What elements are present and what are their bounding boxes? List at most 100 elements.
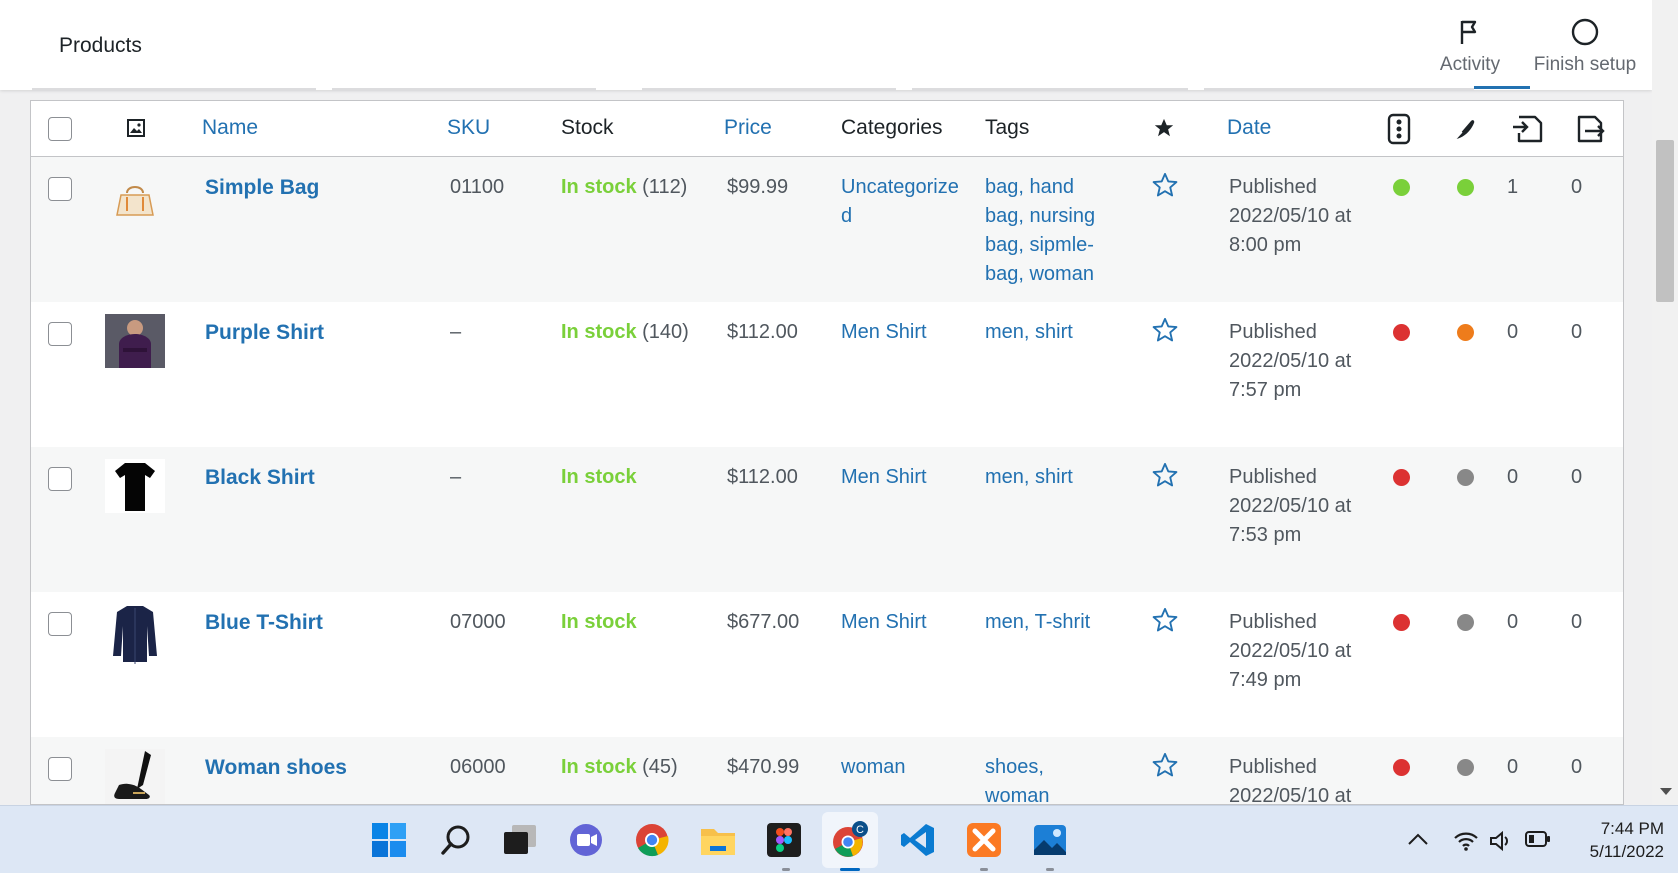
figma-icon[interactable] [764, 820, 804, 860]
product-name-link[interactable]: Woman shoes [205, 753, 347, 782]
outbound-links-count: 0 [1571, 756, 1583, 778]
stock-status: In stock [561, 321, 637, 343]
teams-icon[interactable] [566, 820, 606, 860]
category-link[interactable]: Men Shirt [841, 318, 963, 347]
category-link[interactable]: woman [841, 753, 963, 782]
active-indicator [840, 868, 860, 871]
table-row: Woman shoes 06000 In stock (45) $470.99 … [31, 737, 1623, 804]
date-value: Published 2022/05/10 at 7:57 pm [1229, 318, 1369, 405]
featured-star-icon[interactable] [1151, 606, 1179, 643]
vscode-icon[interactable] [898, 820, 938, 860]
product-thumbnail-shoes[interactable] [105, 749, 165, 804]
readability-status-dot [1457, 324, 1474, 341]
date-value: Published 2022/05/10 at 7:49 pm [1229, 608, 1369, 695]
column-price[interactable]: Price [724, 116, 772, 140]
product-name-link[interactable]: Purple Shirt [205, 318, 324, 347]
featured-star-icon[interactable] [1151, 461, 1179, 498]
chrome-icon[interactable] [632, 820, 672, 860]
date-time: 2022/05/10 at 7:57 pm [1229, 350, 1352, 401]
system-clock[interactable]: 7:44 PM 5/11/2022 [1564, 817, 1664, 863]
sku-value: – [450, 321, 462, 343]
vertical-scrollbar[interactable] [1652, 0, 1678, 805]
wifi-icon[interactable] [1453, 830, 1479, 852]
product-name-link[interactable]: Simple Bag [205, 173, 319, 202]
product-name-link[interactable]: Black Shirt [205, 463, 315, 492]
product-thumbnail-black-shirt[interactable] [105, 459, 165, 513]
category-link[interactable]: Uncategorized [841, 173, 963, 231]
product-thumbnail-bag[interactable] [105, 169, 165, 223]
stock-value: In stock (112) [561, 173, 687, 202]
xampp-icon[interactable] [964, 820, 1004, 860]
date-value: Published 2022/05/10 at [1229, 753, 1369, 804]
price-value: $112.00 [727, 466, 798, 488]
column-name[interactable]: Name [202, 116, 258, 140]
outbound-links-icon [1575, 113, 1607, 151]
outbound-links-count: 0 [1571, 611, 1583, 633]
date-status: Published [1229, 466, 1317, 488]
column-tags: Tags [985, 116, 1030, 139]
sku-value: 07000 [450, 611, 506, 633]
seo-status-dot [1393, 179, 1410, 196]
traffic-light-icon [1387, 113, 1411, 151]
battery-icon[interactable] [1525, 830, 1551, 848]
task-view-icon[interactable] [500, 820, 540, 860]
chevron-up-icon[interactable] [1407, 832, 1429, 846]
stock-status: In stock [561, 756, 637, 778]
tags-links[interactable]: bag, hand bag, nursing bag, sipmle-bag, … [985, 173, 1103, 289]
featured-star-icon[interactable] [1151, 751, 1179, 788]
activity-button[interactable]: Activity [1420, 16, 1520, 76]
photos-icon[interactable] [1030, 820, 1070, 860]
tab-strip-segment [332, 88, 596, 91]
speaker-icon[interactable] [1489, 830, 1513, 852]
table-row: Blue T-Shirt 07000 In stock $677.00 Men … [31, 592, 1623, 737]
table-row: Black Shirt – In stock $112.00 Men Shirt… [31, 447, 1623, 592]
readability-status-dot [1457, 469, 1474, 486]
tags-links[interactable]: men, shirt [985, 318, 1103, 347]
featured-column-icon[interactable] [1153, 117, 1175, 145]
inbound-links-count: 0 [1507, 756, 1519, 778]
row-checkbox[interactable] [48, 612, 72, 636]
featured-star-icon[interactable] [1151, 316, 1179, 353]
stock-count: (45) [642, 756, 678, 778]
column-date[interactable]: Date [1227, 116, 1271, 140]
tags-links[interactable]: men, T-shrit [985, 608, 1103, 637]
product-thumbnail-purple-shirt[interactable] [105, 314, 165, 368]
stock-status: In stock [561, 466, 637, 488]
row-checkbox[interactable] [48, 322, 72, 346]
readability-status-dot [1457, 759, 1474, 776]
active-tab-indicator [1474, 86, 1530, 89]
scroll-down-arrow-icon[interactable] [1660, 788, 1672, 795]
row-checkbox[interactable] [48, 757, 72, 781]
outbound-links-count: 0 [1571, 176, 1583, 198]
featured-star-icon[interactable] [1151, 171, 1179, 208]
seo-status-dot [1393, 614, 1410, 631]
search-icon[interactable] [436, 820, 476, 860]
product-thumbnail-blue-shirt[interactable] [105, 604, 165, 666]
stock-value: In stock (140) [561, 318, 689, 347]
stock-count: (112) [642, 176, 688, 198]
product-name-link[interactable]: Blue T-Shirt [205, 608, 323, 637]
feather-icon [1449, 115, 1477, 151]
row-checkbox[interactable] [48, 177, 72, 201]
outbound-links-count: 0 [1571, 466, 1583, 488]
stock-count: (140) [642, 321, 689, 343]
row-checkbox[interactable] [48, 467, 72, 491]
activity-label: Activity [1439, 54, 1501, 75]
finish-setup-button[interactable]: Finish setup [1528, 16, 1642, 76]
column-sku[interactable]: SKU [447, 116, 490, 140]
date-status: Published [1229, 176, 1317, 198]
category-link[interactable]: Men Shirt [841, 463, 963, 492]
tags-links[interactable]: shoes, woman [985, 753, 1103, 804]
clock-date: 5/11/2022 [1589, 842, 1664, 861]
date-time: 2022/05/10 at 8:00 pm [1229, 205, 1352, 256]
category-link[interactable]: Men Shirt [841, 608, 963, 637]
chrome-profile-icon[interactable]: C [822, 812, 878, 868]
readability-status-dot [1457, 614, 1474, 631]
tags-links[interactable]: men, shirt [985, 463, 1103, 492]
scrollbar-thumb[interactable] [1656, 140, 1674, 302]
file-explorer-icon[interactable] [698, 820, 738, 860]
windows-start-icon[interactable] [369, 820, 409, 860]
seo-status-dot [1393, 324, 1410, 341]
select-all-checkbox[interactable] [48, 117, 72, 141]
price-value: $99.99 [727, 176, 789, 198]
